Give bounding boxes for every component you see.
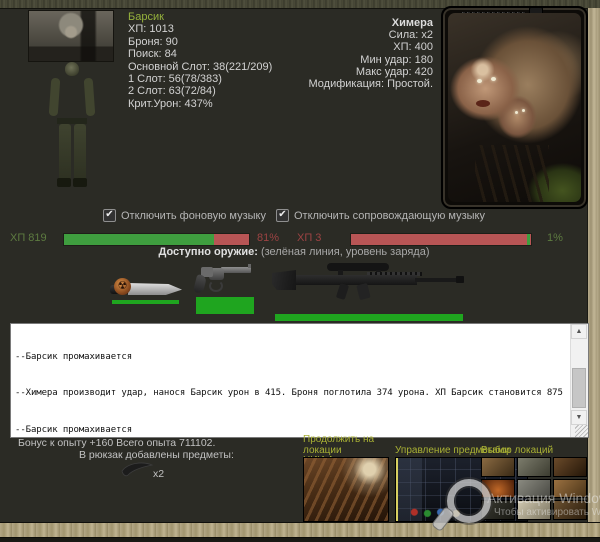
weapons-title: Доступно оружие: <box>158 246 258 258</box>
resize-grip[interactable] <box>575 425 588 437</box>
bottom-border-texture <box>0 522 600 539</box>
battle-screen: Барсик ХП: 1013 Броня: 90 Поиск: 84 Осно… <box>0 0 600 542</box>
log-line: --Химера производит удар, нанося Барсик … <box>15 388 563 399</box>
battle-log[interactable]: --Барсик промахивается --Химера производ… <box>10 323 589 438</box>
revolver-charge-bar <box>196 297 254 314</box>
player-stats-block: Барсик ХП: 1013 Броня: 90 Поиск: 84 Осно… <box>128 11 272 110</box>
enemy-stat-strength: Сила: x2 <box>388 29 433 42</box>
location-cell[interactable] <box>481 457 515 477</box>
enemy-hp-bar <box>350 233 532 246</box>
enemy-hp-percent: 1% <box>547 232 563 244</box>
player-avatar-image <box>28 10 114 62</box>
enemy-stat-min-hit: Мин удар: 180 <box>360 53 433 66</box>
music-background-checkbox[interactable]: ✔ <box>102 209 116 222</box>
player-stat-search: Поиск: 84 <box>128 48 177 61</box>
log-line: --Барсик промахивается <box>15 425 133 436</box>
weapons-title-row: Доступно оружие: (зелёная линия, уровень… <box>0 246 588 258</box>
music-accompanying-label: Отключить сопровождающую музыку <box>293 209 485 222</box>
weapons-subtitle: (зелёная линия, уровень заряда) <box>257 246 430 258</box>
choose-locations-link[interactable]: Выбор локаций <box>481 445 553 457</box>
knife-icon[interactable]: ☢ <box>110 278 184 300</box>
enemy-portrait-frame <box>441 6 588 209</box>
music-background-toggle[interactable]: ✔ Отключить фоновую музыку <box>102 209 266 222</box>
player-name: Барсик <box>128 11 164 23</box>
right-border-texture <box>587 8 600 523</box>
player-stat-slot2: 2 Слот: 63(72/84) <box>128 85 216 98</box>
enemy-name: Химера <box>391 17 433 29</box>
continue-location-line1: Продолжить на локации <box>303 434 375 456</box>
player-hp-fill <box>64 234 214 245</box>
items-added-text: В рюкзак добавлены предметы: <box>79 449 234 461</box>
log-scrollbar[interactable]: ▲ ▼ <box>570 324 588 437</box>
music-controls-row: ✔ Отключить фоновую музыку ✔ Отключить с… <box>0 209 588 222</box>
item-count-badge: x2 <box>153 468 165 480</box>
player-stat-main-slot: Основной Слот: 38(221/209) <box>128 60 273 73</box>
continue-location-thumbnail[interactable] <box>303 457 389 522</box>
scrollbar-thumb[interactable] <box>572 368 586 408</box>
scroll-down-button[interactable]: ▼ <box>571 410 587 425</box>
battle-log-text[interactable]: --Барсик промахивается --Химера производ… <box>11 324 571 437</box>
magnifier-icon <box>447 479 491 523</box>
enemy-hp-label: ХП 3 <box>297 232 322 244</box>
music-accompanying-toggle[interactable]: ✔ Отключить сопровождающую музыку <box>275 209 485 222</box>
claw-item-icon[interactable] <box>120 461 154 484</box>
chimera-image <box>448 13 581 202</box>
location-cell[interactable] <box>553 457 587 477</box>
bottom-border-shadow <box>0 538 600 542</box>
location-cell[interactable] <box>517 457 551 477</box>
player-hp-percent: 81% <box>257 232 280 244</box>
enemy-stat-hp: ХП: 400 <box>393 41 433 54</box>
player-hp-bar <box>63 233 250 246</box>
player-stat-slot1: 1 Слот: 56(78/383) <box>128 73 222 86</box>
rifle-charge-bar <box>275 314 463 321</box>
scroll-up-button[interactable]: ▲ <box>571 324 587 339</box>
log-line: --Барсик промахивается <box>15 351 133 362</box>
windows-activation-watermark: Активация Windows <box>487 490 600 506</box>
music-background-label: Отключить фоновую музыку <box>120 209 266 222</box>
rifle-icon[interactable] <box>272 261 467 311</box>
player-hp-label: ХП 819 <box>10 232 47 244</box>
knife-charge-bar <box>112 300 179 304</box>
radiation-icon: ☢ <box>114 278 131 295</box>
player-stat-hp: ХП: 1013 <box>128 23 174 36</box>
bonus-xp-text: Бонус к опыту +160 Всего опыта 711102. <box>18 437 216 449</box>
windows-activation-hint: Чтобы активировать Win <box>494 507 600 518</box>
revolver-icon[interactable] <box>192 261 255 296</box>
music-accompanying-checkbox[interactable]: ✔ <box>275 209 289 222</box>
player-stat-crit: Крит.Урон: 437% <box>128 97 213 110</box>
enemy-stats-block: Химера Сила: x2 ХП: 400 Мин удар: 180 Ма… <box>309 17 433 90</box>
enemy-stat-modification: Модификация: Простой. <box>308 78 433 91</box>
enemy-stat-max-hit: Макс удар: 420 <box>355 65 433 78</box>
enemy-hp-fill <box>527 234 530 245</box>
player-stat-armor: Броня: 90 <box>128 35 178 48</box>
player-character-image <box>47 62 97 190</box>
